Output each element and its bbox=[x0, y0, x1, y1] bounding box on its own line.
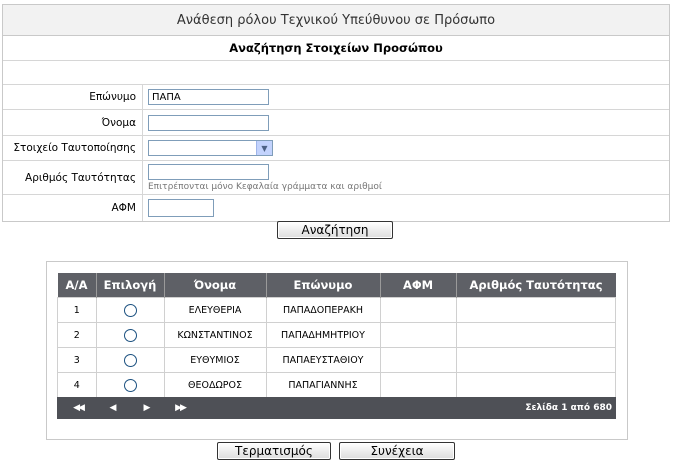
select-radio[interactable] bbox=[123, 353, 137, 367]
col-header-select: Επιλογή bbox=[96, 273, 165, 298]
id-number-hint: Επιτρέπονται μόνο Κεφαλαία γράμματα και … bbox=[148, 181, 382, 192]
prev-page-icon[interactable]: ◀ bbox=[99, 403, 125, 413]
id-type-value bbox=[149, 141, 256, 155]
cell-select bbox=[95, 347, 165, 373]
select-radio[interactable] bbox=[123, 303, 137, 317]
cell-name: ΚΩΝΣΤΑΝΤΙΝΟΣ bbox=[163, 322, 267, 348]
afm-label: ΑΦΜ bbox=[3, 195, 143, 221]
first-page-icon[interactable]: ◀◀ bbox=[65, 403, 91, 413]
col-header-surname: Επώνυμο bbox=[266, 273, 381, 298]
col-header-name: Όνομα bbox=[164, 273, 267, 298]
last-page-icon[interactable]: ▶▶ bbox=[167, 403, 193, 413]
chevron-down-icon[interactable]: ▼ bbox=[256, 141, 272, 155]
surname-label: Επώνυμο bbox=[3, 85, 143, 109]
cell-select bbox=[95, 322, 165, 348]
cell-surname: ΠΑΠΑΓΙΑΝΝΗΣ bbox=[265, 372, 381, 398]
terminate-button[interactable]: Τερματισμός bbox=[217, 442, 331, 460]
table-row[interactable]: 4 ΘΕΟΔΩΡΟΣ ΠΑΠΑΓΙΑΝΝΗΣ bbox=[57, 372, 616, 398]
search-button[interactable]: Αναζήτηση bbox=[277, 221, 393, 239]
surname-input[interactable] bbox=[148, 89, 269, 105]
surname-row: Επώνυμο bbox=[3, 85, 669, 110]
cell-afm bbox=[379, 347, 457, 373]
name-input[interactable] bbox=[148, 114, 269, 131]
cell-id-number bbox=[455, 297, 616, 323]
select-radio[interactable] bbox=[123, 328, 137, 342]
select-radio[interactable] bbox=[123, 378, 137, 392]
cell-name: ΕΛΕΥΘΕΡΙΑ bbox=[163, 297, 267, 323]
spacer-row bbox=[3, 61, 669, 85]
afm-row: ΑΦΜ bbox=[3, 195, 669, 221]
cell-afm bbox=[379, 372, 457, 398]
cell-name: ΘΕΟΔΩΡΟΣ bbox=[163, 372, 267, 398]
next-page-icon[interactable]: ▶ bbox=[133, 403, 159, 413]
table-header-row: Α/Α Επιλογή Όνομα Επώνυμο ΑΦΜ Αριθμός Τα… bbox=[57, 273, 616, 298]
results-table: Α/Α Επιλογή Όνομα Επώνυμο ΑΦΜ Αριθμός Τα… bbox=[57, 273, 616, 398]
id-number-input[interactable] bbox=[148, 163, 269, 180]
page-info: Σελίδα 1 από 680 bbox=[525, 403, 612, 413]
table-row[interactable]: 3 ΕΥΘΥΜΙΟΣ ΠΑΠΑΕΥΣΤΑΘΙΟΥ bbox=[57, 347, 616, 373]
page-title: Ανάθεση ρόλου Τεχνικού Υπεύθυνου σε Πρόσ… bbox=[3, 5, 669, 36]
cell-select bbox=[95, 297, 165, 323]
cell-aa: 3 bbox=[57, 347, 97, 373]
afm-input[interactable] bbox=[148, 199, 214, 217]
cell-surname: ΠΑΠΑΔΗΜΗΤΡΙΟΥ bbox=[265, 322, 381, 348]
continue-button[interactable]: Συνέχεια bbox=[339, 442, 455, 460]
pagination-bar: ◀◀ ◀ ▶ ▶▶ Σελίδα 1 από 680 bbox=[57, 397, 616, 419]
search-form-panel: Ανάθεση ρόλου Τεχνικού Υπεύθυνου σε Πρόσ… bbox=[2, 4, 670, 222]
id-number-row: Αριθμός Ταυτότητας Επιτρέπονται μόνο Κεφ… bbox=[3, 161, 669, 195]
cell-aa: 4 bbox=[57, 372, 97, 398]
cell-aa: 2 bbox=[57, 322, 97, 348]
id-number-label: Αριθμός Ταυτότητας bbox=[3, 161, 143, 194]
name-row: Όνομα bbox=[3, 110, 669, 136]
id-type-label: Στοιχείο Ταυτοποίησης bbox=[3, 136, 143, 160]
cell-id-number bbox=[455, 347, 616, 373]
cell-id-number bbox=[455, 322, 616, 348]
id-type-select[interactable]: ▼ bbox=[148, 140, 273, 156]
table-row[interactable]: 1 ΕΛΕΥΘΕΡΙΑ ΠΑΠΑΔΟΠΕΡΑΚΗ bbox=[57, 297, 616, 323]
cell-surname: ΠΑΠΑΕΥΣΤΑΘΙΟΥ bbox=[265, 347, 381, 373]
name-label: Όνομα bbox=[3, 110, 143, 135]
results-panel: Α/Α Επιλογή Όνομα Επώνυμο ΑΦΜ Αριθμός Τα… bbox=[46, 261, 628, 440]
cell-select bbox=[95, 372, 165, 398]
col-header-aa: Α/Α bbox=[57, 273, 97, 298]
section-title: Αναζήτηση Στοιχείων Προσώπου bbox=[3, 36, 669, 61]
table-row[interactable]: 2 ΚΩΝΣΤΑΝΤΙΝΟΣ ΠΑΠΑΔΗΜΗΤΡΙΟΥ bbox=[57, 322, 616, 348]
cell-id-number bbox=[455, 372, 616, 398]
col-header-afm: ΑΦΜ bbox=[380, 273, 457, 298]
cell-afm bbox=[379, 322, 457, 348]
cell-name: ΕΥΘΥΜΙΟΣ bbox=[163, 347, 267, 373]
cell-afm bbox=[379, 297, 457, 323]
id-type-row: Στοιχείο Ταυτοποίησης ▼ bbox=[3, 136, 669, 161]
cell-surname: ΠΑΠΑΔΟΠΕΡΑΚΗ bbox=[265, 297, 381, 323]
col-header-id-number: Αριθμός Ταυτότητας bbox=[456, 273, 616, 298]
cell-aa: 1 bbox=[57, 297, 97, 323]
